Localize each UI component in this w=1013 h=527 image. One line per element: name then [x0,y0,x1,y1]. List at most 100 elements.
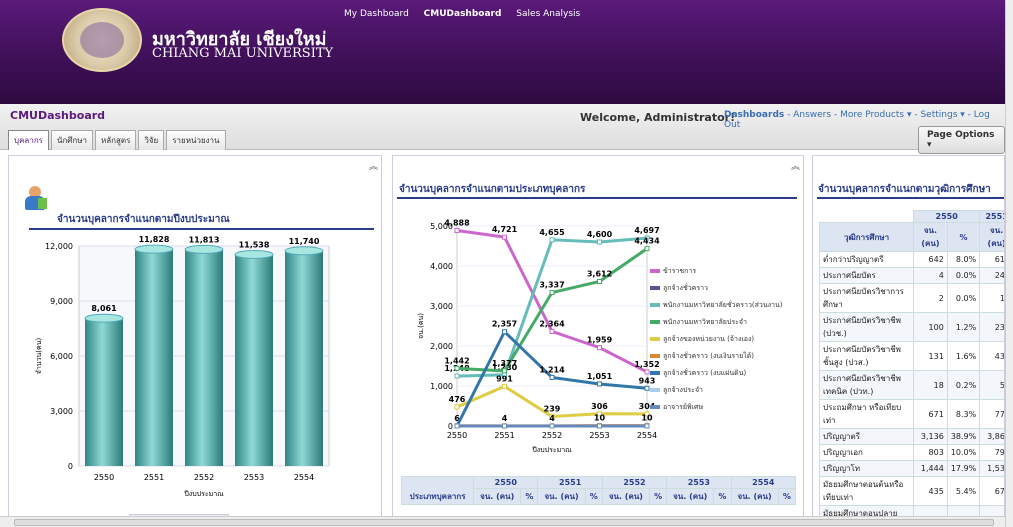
legend-label: ลูกจ้างชั่วคราว (งบเงินรายได้) [663,352,754,360]
x-tick-label: 2550 [447,431,467,440]
row-label: ปริญญาเอก [818,444,915,461]
vertical-scrollbar[interactable] [1005,0,1013,527]
tab-students[interactable]: นักศึกษา [50,130,93,150]
data-point [502,329,507,335]
tab-personnel[interactable]: บุคลากร [8,130,49,150]
cell-value: 774 [979,399,1004,429]
data-point [597,279,602,285]
data-point [597,239,602,245]
cell-value: 0.0% [946,267,981,284]
link-settings[interactable]: Settings [920,110,957,120]
data-label: 4,721 [492,225,518,234]
nav-sales-analysis[interactable]: Sales Analysis [516,9,580,19]
collapse-icon[interactable]: ︽ [791,159,800,172]
y-axis-label: จน.(คน) [417,313,425,339]
data-label: 11,740 [289,237,320,246]
cell-value: 10.0% [946,444,981,461]
legend-item: ลูกจ้างชั่วคราว (งบแผ่นดิน) [650,368,800,379]
panel3-title: จำนวนบุคลากรจำแนกตามวุฒิการศึกษา [818,184,991,195]
bar [285,250,323,466]
cell-value: 642 [913,251,948,268]
y-tick-label: 0 [68,462,73,471]
legend-item: ข้าราชการ [650,266,800,277]
data-point [502,423,507,429]
collapse-icon[interactable]: ︽ [369,159,378,172]
data-label: 239 [544,404,561,413]
tab-by-unit[interactable]: รายหน่วยงาน [166,130,226,150]
x-tick-label: 2554 [637,431,657,440]
cell-value: 1,532 [979,460,1004,477]
data-point [644,385,650,391]
data-label: 4,697 [634,226,659,235]
cell-value: 0.2% [946,370,981,400]
row-label: ประกาศนียบัตรวิชาชีพชั้นสูง (ปวส.) [818,341,915,371]
panel-personnel-by-education: จำนวนบุคลากรจำแนกตามวุฒิการศึกษา 2550 255… [812,155,1005,525]
y-tick-label: 3,000 [430,302,453,311]
legend-item: ลูกจ้างชั่วคราว [650,283,800,294]
legend-swatch [650,371,660,375]
tab-curriculum[interactable]: หลักสูตร [94,130,137,150]
link-answers[interactable]: Answers [793,110,831,120]
legend-label: ลูกจ้างชั่วคราว (งบแผ่นดิน) [663,369,747,377]
cell-value: 4 [913,267,948,284]
row-label: ปริญญาโท [818,460,915,477]
table-row: ประกาศนียบัตรวิชาชีพเทคนิค (ปวท.) 18 0.2% 5… [818,370,1004,400]
cell-value: 131 [913,341,948,371]
legend-swatch [650,388,660,392]
horizontal-scrollbar[interactable] [0,516,1005,527]
row-label: ประกาศนียบัตรวิชาชีพเทคนิค (ปวท.) [818,370,915,400]
data-point [454,423,460,429]
data-label: 1,214 [539,365,565,374]
cell-value: 249 [979,267,1004,284]
welcome-message: Welcome, Administrator! [580,111,736,124]
x-tick-label: 2550 [94,473,114,482]
cell-value: 8.3% [946,399,981,429]
data-label: 4,434 [634,237,660,246]
legend-label: อาจารย์พิเศษ [663,403,704,411]
data-point [644,246,650,252]
data-label: 2,357 [492,320,517,329]
bar-top [84,313,124,323]
tab-research[interactable]: วิจัย [138,130,165,150]
row-label: ประกาศนียบัตรวิชาชีพ (ปวช.) [818,312,915,342]
row-label: มัธยมศึกษาตอนต้นหรือเทียบเท่า [818,476,915,506]
data-label: 991 [496,374,513,383]
cell-value: 1.6% [946,341,981,371]
cell-value: 55 [979,370,1004,400]
row-label: ประกาศนียบัตร [818,267,915,284]
x-tick-label: 2551 [144,473,164,482]
legend-swatch [650,337,660,341]
scroll-thumb[interactable] [14,519,994,526]
nav-cmudashboard[interactable]: CMUDashboard [424,9,502,19]
data-label: 4 [549,414,555,423]
link-dashboards[interactable]: Dashboards [724,110,784,120]
cell-value: 672 [979,476,1004,506]
app-toolbar: CMUDashboard Welcome, Administrator! Das… [0,104,1005,154]
legend-label: พนักงานมหาวิทยาลัยชั่วคราว(ส่วนงาน) [663,301,783,309]
bar [135,249,173,466]
data-label: 3,612 [587,270,612,279]
data-label: 4,655 [539,228,565,237]
data-point [502,383,507,389]
data-label: 1,442 [444,356,469,365]
bar-top [234,249,274,259]
university-seal-logo [62,8,142,72]
cell-value: 798 [979,444,1004,461]
top-navigation: My Dashboard CMUDashboard Sales Analysis [344,9,592,19]
x-axis-label: ปีงบประมาณ [532,446,572,454]
legend-item: พนักงานมหาวิทยาลัยประจำ [650,317,800,328]
nav-my-dashboard[interactable]: My Dashboard [344,9,409,19]
link-more-products[interactable]: More Products [840,110,904,120]
table-row: มัธยมศึกษาตอนต้นหรือเทียบเท่า4355.4%672 [818,476,1004,506]
data-label: 11,813 [189,236,220,244]
table-row: ประกาศนียบัตรวิชาชีพชั้นสูง (ปวส.) 131 1.6… [818,341,1004,371]
data-label: 10 [594,414,606,423]
data-point [549,374,555,380]
data-label: 2,364 [539,319,565,328]
cell-value: 2 [913,283,948,313]
page-options-button[interactable]: Page Options ▾ [918,126,1005,154]
legend-label: ลูกจ้างชั่วคราว [663,284,708,292]
data-point [549,237,555,243]
legend-item: พนักงานมหาวิทยาลัยชั่วคราว(ส่วนงาน) [650,300,800,311]
row-label: ประถมศึกษา หรือเทียบเท่า [818,399,915,429]
